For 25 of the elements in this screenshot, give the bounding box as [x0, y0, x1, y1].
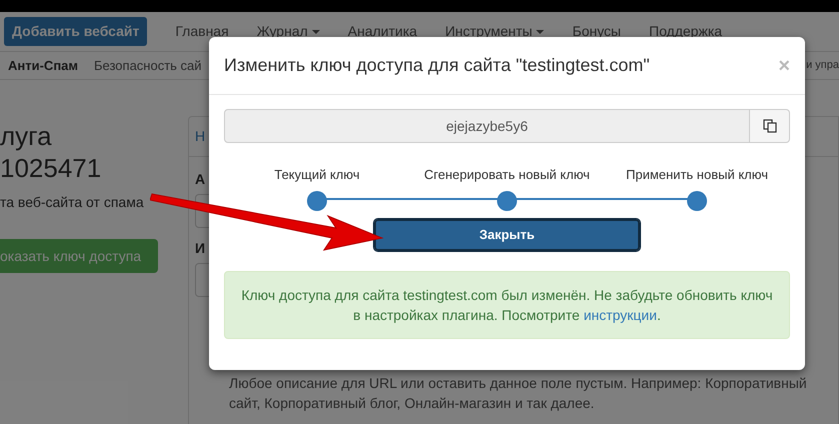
help-text: сайт, Корпоративный блог, Онлайн-магазин и так далее.: [228, 394, 596, 413]
alert-message: Ключ доступа для сайта testingtest.com был изменён. Не забудьте обновить ключ в настройках плагина. Посмотрите инструкции.: [241, 287, 773, 323]
step-label: Текущий ключ: [274, 166, 360, 184]
help-text: Любое описание для URL или оставить данное поле пустым. Например: Корпоративный: [228, 374, 808, 393]
step-label: Сгенерировать новый ключ: [424, 166, 590, 184]
modal-title: Изменить ключ доступа для сайта "testingtest.com": [224, 54, 650, 77]
instructions-link[interactable]: инструкции: [584, 307, 657, 323]
field-label: И: [195, 239, 206, 258]
close-button[interactable]: ×: [778, 50, 790, 80]
panel-tab[interactable]: Н: [195, 126, 206, 147]
subnav-tab[interactable]: Анти-Спам: [0, 56, 86, 76]
service-id: 1025471: [0, 152, 102, 184]
access-key-field[interactable]: ejejazybe5y6: [224, 109, 750, 143]
close-dialog-button[interactable]: Закрыть: [374, 219, 640, 251]
nav-link[interactable]: Главная: [175, 21, 229, 42]
show-key-button[interactable]: оказать ключ доступа: [0, 239, 158, 273]
subnav-tab[interactable]: Безопасность сай: [86, 56, 210, 76]
copy-icon: [762, 119, 776, 133]
step-label: Применить новый ключ: [626, 166, 768, 184]
subnav-link[interactable]: и упра: [806, 57, 839, 74]
service-subtitle: та веб-сайта от спама: [0, 193, 145, 212]
copy-button[interactable]: [750, 109, 790, 143]
service-title: луга: [0, 120, 53, 152]
field-label: А: [195, 170, 206, 189]
add-website-button[interactable]: Добавить вебсайт: [4, 17, 148, 46]
